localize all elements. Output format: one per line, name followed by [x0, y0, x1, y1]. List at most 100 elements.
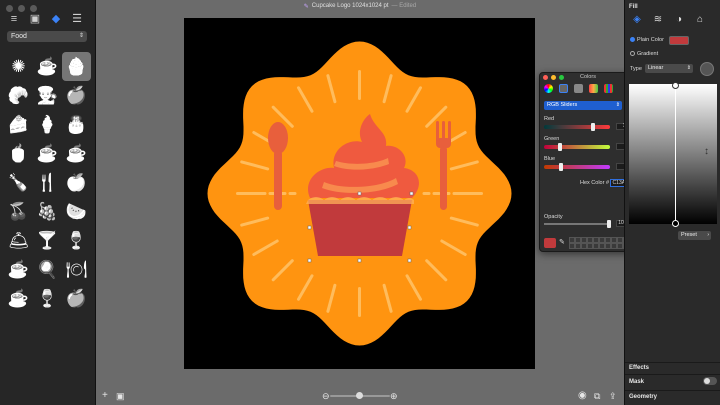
zoom-in-icon[interactable]: ⊕ — [390, 390, 398, 402]
blue-label: Blue — [544, 156, 556, 162]
grill-icon[interactable]: 🍳 — [33, 255, 62, 284]
blue-slider[interactable] — [544, 163, 610, 171]
apple-core-icon[interactable]: 🍎 — [62, 284, 91, 313]
gradient-type-select[interactable]: Linear ⇕ — [645, 64, 693, 73]
library-sidebar: ≡ ▣ ◆ ☰ Food ⇕ ✺ ☕ 🧁 🥐 👨‍🍳 🍎 🍰 🍦 🎂 🍵 ☕ ☕ 🍾 🍴 🍏 🍒 🍇 🍉 🛎 🍸 🍷 ☕ 🍳 🍽 ☕ 🍷… — [0, 0, 96, 405]
blue-slider-knob[interactable] — [558, 163, 563, 171]
cutlery-icon[interactable]: 🍴 — [33, 168, 62, 197]
gradient-editor[interactable]: ↕ — [629, 82, 717, 227]
chevron-right-icon: › — [707, 232, 709, 238]
cake-slice-icon[interactable]: 🍰 — [4, 110, 33, 139]
preset-button[interactable]: Preset › — [678, 231, 711, 240]
coffee-saucer-icon[interactable]: ☕ — [4, 255, 33, 284]
gradient-end-handle[interactable] — [672, 220, 679, 227]
birthday-cake-icon[interactable]: 🎂 — [62, 110, 91, 139]
orange-slice-icon[interactable]: ✺ — [4, 52, 33, 81]
gradient-angle-dial[interactable] — [700, 62, 714, 76]
cupcake-icon[interactable]: 🧁 — [62, 52, 91, 81]
colors-minimize-button[interactable] — [551, 75, 556, 80]
color-wheel-tab-icon[interactable] — [544, 84, 553, 93]
stroke-style-icon[interactable]: ⌂ — [694, 14, 706, 26]
cup-icon[interactable]: ☕ — [4, 284, 33, 313]
slider-mode-label: RGB Sliders — [547, 102, 578, 108]
slider-mode-select[interactable]: RGB Sliders ⇕ — [544, 101, 622, 110]
zoom-out-icon[interactable]: ⊖ — [322, 390, 330, 402]
insert-image-icon[interactable]: ▣ — [116, 390, 125, 402]
colors-close-button[interactable] — [543, 75, 548, 80]
gradient-start-handle[interactable] — [672, 82, 679, 89]
ice-cream-icon[interactable]: 🍦 — [33, 110, 62, 139]
teacup-icon[interactable]: 🍵 — [4, 139, 33, 168]
coffee-cup-icon[interactable]: ☕ — [33, 52, 62, 81]
colors-panel: Colors RGB Sliders ⇕ ⚙ Red 193 Green 58 … — [539, 72, 637, 252]
pencils-tab-icon[interactable] — [604, 84, 613, 93]
plain-color-option[interactable]: Plain Color — [630, 37, 664, 43]
plain-color-label: Plain Color — [637, 37, 664, 43]
gradient-option[interactable]: Gradient — [630, 51, 658, 57]
preset-label: Preset — [681, 232, 697, 238]
cherries-icon[interactable]: 🍒 — [4, 197, 33, 226]
mask-toggle[interactable] — [703, 377, 717, 385]
cupcake-wrapper[interactable] — [308, 200, 412, 256]
opacity-slider-knob[interactable] — [607, 220, 611, 228]
green-label: Green — [544, 136, 560, 142]
divider — [625, 390, 720, 391]
inspector-panel: Fill ◈ ≋ ◑ ⌂ Plain Color Gradient Type L… — [624, 0, 720, 405]
radio-selected-icon — [630, 37, 635, 42]
geometry-heading[interactable]: Geometry — [629, 394, 657, 400]
tea-cup-saucer-icon[interactable]: ☕ — [62, 139, 91, 168]
category-label: Food — [11, 33, 27, 40]
apple-outline-icon[interactable]: 🍏 — [62, 168, 91, 197]
green-slider[interactable] — [544, 143, 610, 151]
export-image-icon[interactable]: ⧉ — [594, 390, 600, 402]
green-slider-knob[interactable] — [558, 143, 563, 151]
image-icon[interactable]: ▣ — [29, 13, 41, 25]
pattern-icon[interactable]: ≋ — [652, 14, 664, 26]
chevron-updown-icon: ⇕ — [615, 102, 620, 108]
apple-icon[interactable]: 🍎 — [62, 81, 91, 110]
opacity-slider[interactable] — [544, 220, 611, 228]
colors-zoom-button[interactable] — [559, 75, 564, 80]
minimize-button[interactable] — [18, 5, 25, 12]
effects-heading[interactable]: Effects — [629, 365, 649, 371]
sliders-tab-icon[interactable] — [559, 84, 568, 93]
image-palettes-tab-icon[interactable] — [589, 84, 598, 93]
croissant-icon[interactable]: 🥐 — [4, 81, 33, 110]
color-picker-tabs — [544, 84, 613, 93]
close-button[interactable] — [6, 5, 13, 12]
colors-window-controls — [543, 75, 564, 80]
plate-icon[interactable]: 🍽 — [62, 255, 91, 284]
color-wheel-icon[interactable]: ◉ — [578, 390, 587, 402]
red-slider[interactable] — [544, 123, 610, 131]
zoom-slider[interactable] — [330, 392, 390, 399]
color-wheel-icon[interactable]: ◑ — [673, 14, 685, 26]
wine-bottle-icon[interactable]: 🍷 — [33, 284, 62, 313]
watermelon-icon[interactable]: 🍉 — [62, 197, 91, 226]
cocktail-icon[interactable]: 🍸 — [33, 226, 62, 255]
zoom-slider-knob[interactable] — [356, 392, 363, 399]
share-icon[interactable]: ⇪ — [609, 390, 617, 402]
cloche-icon[interactable]: 🛎 — [4, 226, 33, 255]
add-icon[interactable]: + — [102, 390, 108, 402]
shapes-icon[interactable]: ◆ — [50, 13, 62, 25]
eyedropper-icon[interactable]: ✎ — [559, 238, 565, 246]
bottom-toolbar: + ▣ ⊖ ⊕ ◉ ⧉ ⇪ — [96, 388, 624, 405]
zoom-button[interactable] — [30, 5, 37, 12]
fill-color-swatch[interactable] — [669, 36, 689, 45]
current-color-swatch[interactable] — [544, 238, 556, 248]
red-slider-knob[interactable] — [591, 123, 596, 131]
toggle-knob — [704, 378, 710, 384]
layers-icon[interactable]: ☰ — [71, 13, 83, 25]
wine-glass-icon[interactable]: 🍷 — [62, 226, 91, 255]
category-select[interactable]: Food ⇕ — [7, 31, 87, 42]
artboard[interactable] — [184, 18, 535, 369]
list-icon[interactable]: ≡ — [8, 13, 20, 25]
grapes-icon[interactable]: 🍇 — [33, 197, 62, 226]
document-icon: ✎ — [303, 3, 309, 10]
chef-hat-icon[interactable]: 👨‍🍳 — [33, 81, 62, 110]
swap-arrows-icon[interactable]: ↕ — [704, 146, 709, 157]
mug-icon[interactable]: ☕ — [33, 139, 62, 168]
palettes-tab-icon[interactable] — [574, 84, 583, 93]
bottle-icon[interactable]: 🍾 — [4, 168, 33, 197]
paint-bucket-icon[interactable]: ◈ — [631, 14, 643, 26]
